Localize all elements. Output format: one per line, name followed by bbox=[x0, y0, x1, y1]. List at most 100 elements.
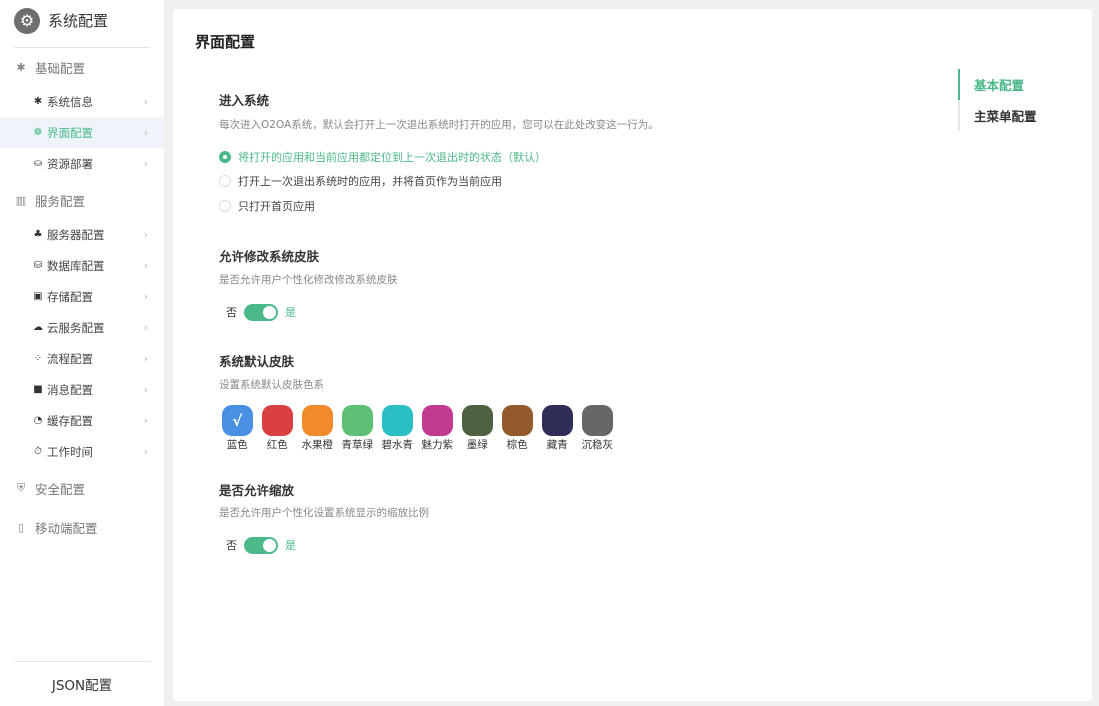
sidebar-item-resource-deploy[interactable]: ⛀ 资源部署 › bbox=[0, 148, 164, 179]
skin-swatch-cyan[interactable]: 碧水青 bbox=[379, 405, 416, 452]
skin-modify-switch-row: 否 是 bbox=[226, 303, 296, 321]
switch-on-label: 是 bbox=[285, 539, 296, 552]
message-icon: ■ bbox=[33, 384, 43, 395]
section-title-zoom: 是否允许缩放 bbox=[219, 483, 295, 498]
sidebar-item-process[interactable]: ⁘ 流程配置 › bbox=[0, 343, 164, 374]
sidebar-group-label: 安全配置 bbox=[35, 481, 86, 497]
sidebar-item-cloud[interactable]: ☁ 云服务配置 › bbox=[0, 312, 164, 343]
color-chip[interactable] bbox=[381, 405, 413, 436]
section-title-default-skin: 系统默认皮肤 bbox=[219, 354, 295, 369]
sidebar-item-message[interactable]: ■ 消息配置 › bbox=[0, 374, 164, 405]
color-chip[interactable] bbox=[421, 405, 453, 436]
gear-icon: ✱ bbox=[16, 60, 26, 74]
swatch-label: 蓝色 bbox=[226, 439, 248, 451]
chevron-right-icon: › bbox=[143, 259, 148, 272]
swatch-label: 棕色 bbox=[506, 439, 528, 451]
switch-off-label: 否 bbox=[226, 539, 237, 552]
chevron-right-icon: › bbox=[143, 383, 148, 396]
sidebar-item-label: 消息配置 bbox=[47, 382, 93, 397]
deploy-icon: ⛀ bbox=[33, 158, 43, 169]
sidebar-group-label: 基础配置 bbox=[35, 60, 86, 76]
color-chip[interactable] bbox=[261, 405, 293, 436]
gear-icon: ⚙ bbox=[14, 8, 40, 34]
sidebar: ⚙ 系统配置 ✱ 基础配置 ✱ 系统信息 › ❁ 界面配置 › ⛀ 资源部署 ›… bbox=[0, 0, 164, 706]
sidebar-group-basic: ✱ 基础配置 bbox=[14, 57, 85, 77]
color-chip[interactable] bbox=[501, 405, 533, 436]
radio-option-homepage-only[interactable]: 只打开首页应用 bbox=[219, 197, 315, 215]
storage-icon: ▣ bbox=[33, 291, 43, 302]
skin-swatch-gray[interactable]: 沉稳灰 bbox=[579, 405, 616, 452]
skin-swatch-blue[interactable]: √ 蓝色 bbox=[219, 405, 256, 452]
sidebar-item-storage[interactable]: ▣ 存储配置 › bbox=[0, 281, 164, 312]
color-chip[interactable] bbox=[301, 405, 333, 436]
radio-option-homepage-current[interactable]: 打开上一次退出系统时的应用，并将首页作为当前应用 bbox=[219, 172, 502, 190]
swatch-label: 青草绿 bbox=[341, 439, 374, 451]
sidebar-header: ⚙ 系统配置 bbox=[14, 8, 150, 48]
color-chip[interactable] bbox=[581, 405, 613, 436]
chevron-right-icon: › bbox=[143, 290, 148, 303]
skin-swatch-orange[interactable]: 水果橙 bbox=[299, 405, 336, 452]
sidebar-item-cache[interactable]: ◔ 缓存配置 › bbox=[0, 405, 164, 436]
skin-modify-toggle[interactable] bbox=[244, 303, 278, 321]
gear-icon: ✱ bbox=[33, 96, 43, 107]
page-title: 界面配置 bbox=[195, 33, 256, 51]
skin-swatch-navy[interactable]: 藏青 bbox=[539, 405, 576, 452]
database-icon: ⛁ bbox=[33, 260, 43, 271]
section-desc-zoom: 是否允许用户个性化设置系统显示的缩放比例 bbox=[219, 507, 429, 519]
zoom-toggle[interactable] bbox=[244, 536, 278, 554]
switch-on-label: 是 bbox=[285, 306, 296, 319]
sidebar-item-label: 界面配置 bbox=[47, 125, 93, 140]
radio-unchecked-icon[interactable] bbox=[219, 175, 231, 187]
sidebar-item-label: 缓存配置 bbox=[47, 413, 93, 428]
swatch-label: 魅力紫 bbox=[421, 439, 454, 451]
sidebar-group-security[interactable]: ⛨ 安全配置 bbox=[14, 478, 85, 498]
sidebar-item-label: 工作时间 bbox=[47, 444, 93, 459]
timer-icon: ⏱ bbox=[34, 446, 42, 457]
sidebar-item-label: 服务器配置 bbox=[47, 227, 105, 242]
sidebar-item-label: 存储配置 bbox=[47, 289, 93, 304]
skin-swatch-dark-green[interactable]: 墨绿 bbox=[459, 405, 496, 452]
swatch-label: 红色 bbox=[266, 439, 288, 451]
sidebar-item-label: 数据库配置 bbox=[47, 258, 105, 273]
swatch-label: 藏青 bbox=[546, 439, 568, 451]
radio-checked-icon[interactable] bbox=[219, 151, 231, 163]
sidebar-item-label: 流程配置 bbox=[47, 351, 93, 366]
sidebar-item-work-time[interactable]: ⏱ 工作时间 › bbox=[0, 436, 164, 467]
sidebar-item-label: 云服务配置 bbox=[47, 320, 105, 335]
chevron-right-icon: › bbox=[143, 95, 148, 108]
color-chip[interactable] bbox=[461, 405, 493, 436]
anchor-main-menu-config[interactable]: 主菜单配置 bbox=[960, 100, 1078, 131]
color-chip[interactable] bbox=[541, 405, 573, 436]
section-title-skin-modify: 允许修改系统皮肤 bbox=[219, 249, 320, 264]
swatch-label: 沉稳灰 bbox=[581, 439, 614, 451]
radio-label: 打开上一次退出系统时的应用，并将首页作为当前应用 bbox=[238, 175, 502, 188]
color-chip[interactable]: √ bbox=[221, 405, 253, 436]
skin-swatch-red[interactable]: 红色 bbox=[259, 405, 296, 452]
color-chip[interactable] bbox=[341, 405, 373, 436]
anchor-nav: 基本配置 主菜单配置 bbox=[958, 69, 1078, 131]
anchor-basic-config[interactable]: 基本配置 bbox=[958, 69, 1078, 100]
sidebar-item-system-info[interactable]: ✱ 系统信息 › bbox=[0, 86, 164, 117]
skin-swatch-grass-green[interactable]: 青草绿 bbox=[339, 405, 376, 452]
chevron-right-icon: › bbox=[143, 352, 148, 365]
section-desc-enter-system: 每次进入O2OA系统，默认会打开上一次退出系统时打开的应用，您可以在此处改变这一… bbox=[219, 119, 659, 131]
sidebar-item-database[interactable]: ⛁ 数据库配置 › bbox=[0, 250, 164, 281]
sidebar-item-server[interactable]: ♣ 服务器配置 › bbox=[0, 219, 164, 250]
radio-label: 只打开首页应用 bbox=[238, 200, 315, 213]
sidebar-group-service: ▥ 服务配置 bbox=[14, 190, 85, 210]
sidebar-group-mobile[interactable]: ▯ 移动端配置 bbox=[14, 517, 98, 537]
palette-icon: ❁ bbox=[33, 127, 43, 138]
chevron-right-icon: › bbox=[143, 126, 148, 139]
switch-off-label: 否 bbox=[226, 306, 237, 319]
radio-label: 将打开的应用和当前应用都定位到上一次退出时的状态（默认） bbox=[238, 151, 546, 164]
skin-swatch-purple[interactable]: 魅力紫 bbox=[419, 405, 456, 452]
skin-swatch-brown[interactable]: 棕色 bbox=[499, 405, 536, 452]
radio-unchecked-icon[interactable] bbox=[219, 200, 231, 212]
radio-option-restore-state[interactable]: 将打开的应用和当前应用都定位到上一次退出时的状态（默认） bbox=[219, 148, 546, 166]
json-config-button[interactable]: JSON配置 bbox=[14, 661, 150, 706]
sidebar-title: 系统配置 bbox=[48, 12, 109, 30]
flow-icon: ⁘ bbox=[33, 353, 43, 364]
sidebar-group-label: 移动端配置 bbox=[35, 520, 98, 536]
sidebar-item-ui-config[interactable]: ❁ 界面配置 › bbox=[0, 117, 164, 148]
sidebar-item-label: 系统信息 bbox=[47, 94, 93, 109]
